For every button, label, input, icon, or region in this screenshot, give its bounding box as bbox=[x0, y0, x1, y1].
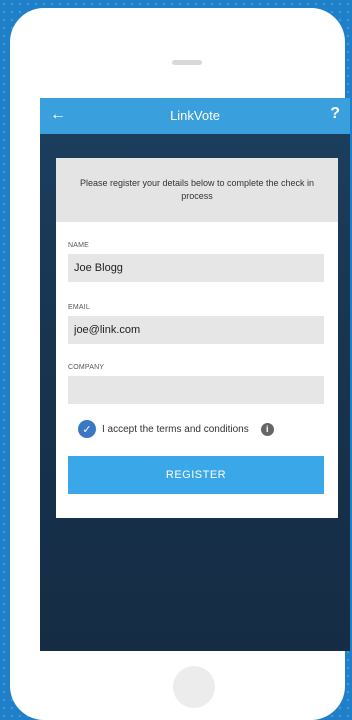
terms-checkbox[interactable]: ✓ bbox=[78, 420, 96, 438]
terms-row: ✓ I accept the terms and conditions i bbox=[78, 420, 274, 438]
phone-frame: ← LinkVote ? Please register your detail… bbox=[10, 8, 350, 720]
terms-label: I accept the terms and conditions bbox=[102, 423, 249, 435]
intro-text: Please register your details below to co… bbox=[56, 158, 338, 222]
name-input[interactable] bbox=[68, 254, 324, 282]
registration-card: Please register your details below to co… bbox=[56, 158, 338, 518]
help-icon[interactable]: ? bbox=[330, 105, 340, 123]
speaker-grille bbox=[172, 60, 202, 65]
app-bar: ← LinkVote ? bbox=[40, 98, 350, 134]
register-button[interactable]: REGISTER bbox=[68, 456, 324, 494]
info-icon[interactable]: i bbox=[260, 422, 274, 436]
email-input[interactable] bbox=[68, 316, 324, 344]
phone-screen: ← LinkVote ? Please register your detail… bbox=[40, 98, 350, 651]
email-label: EMAIL bbox=[68, 304, 91, 311]
company-input[interactable] bbox=[68, 376, 324, 404]
app-title: LinkVote bbox=[170, 108, 220, 123]
name-label: NAME bbox=[68, 242, 90, 249]
home-button[interactable] bbox=[173, 666, 215, 708]
company-label: COMPANY bbox=[68, 364, 105, 371]
